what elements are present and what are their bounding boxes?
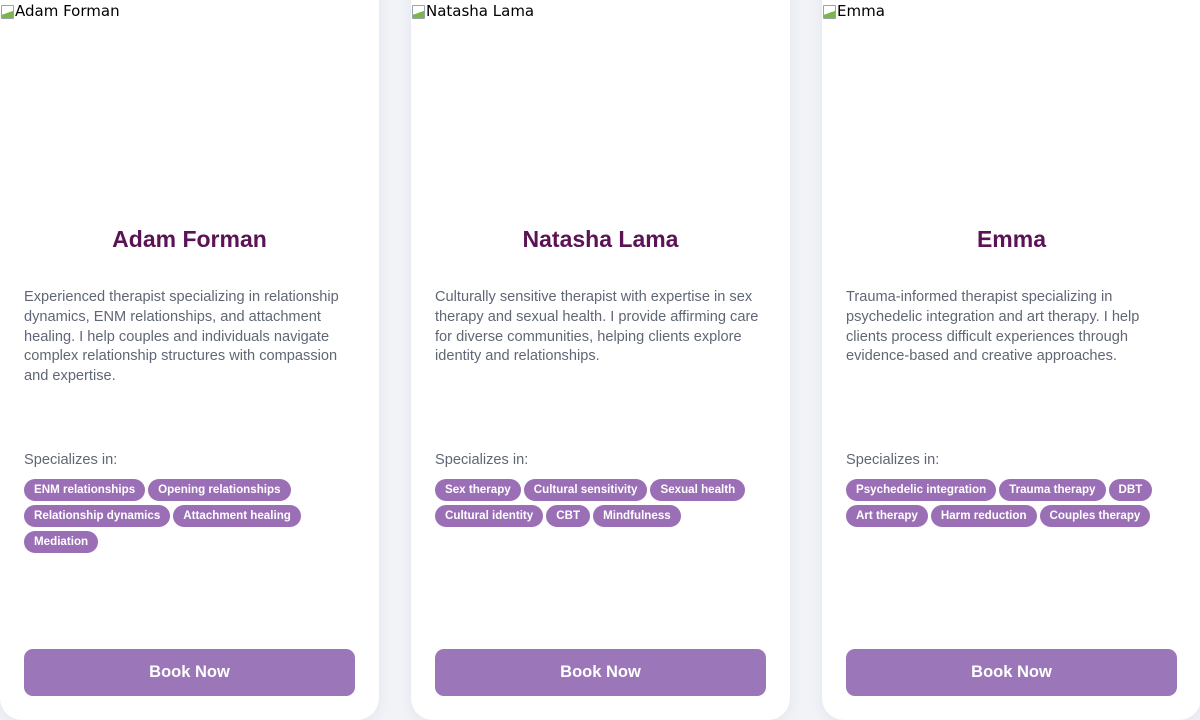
specialty-tag: Sex therapy: [435, 479, 521, 501]
therapist-photo: Emma: [822, 0, 1200, 190]
therapist-photo: Adam Forman: [0, 0, 379, 190]
photo-alt-text: Emma: [822, 2, 885, 20]
specialty-tag: CBT: [546, 505, 591, 527]
book-now-button[interactable]: Book Now: [846, 649, 1177, 696]
specialty-tag: Sexual health: [650, 479, 746, 501]
specialty-tag: Mindfulness: [593, 505, 681, 527]
therapist-name: Emma: [976, 226, 1047, 252]
specialty-tag: Relationship dynamics: [24, 505, 171, 527]
specialty-tags: Sex therapy Cultural sensitivity Sexual …: [435, 479, 765, 527]
photo-alt-label: Adam Forman: [15, 2, 120, 20]
broken-image-icon: [411, 3, 425, 19]
therapist-name: Adam Forman: [112, 226, 267, 252]
specialty-tags: ENM relationships Opening relationships …: [24, 479, 354, 553]
specialty-tag: Mediation: [24, 531, 99, 553]
therapist-name: Natasha Lama: [522, 226, 679, 252]
specialty-tag: ENM relationships: [24, 479, 146, 501]
specializes-label: Specializes in:: [435, 452, 529, 468]
specialty-tag: DBT: [1108, 479, 1153, 501]
book-now-button[interactable]: Book Now: [24, 649, 355, 696]
therapist-bio: Experienced therapist specializing in re…: [24, 289, 339, 385]
specialty-tag: Art therapy: [846, 505, 928, 527]
photo-alt-label: Emma: [837, 2, 885, 20]
therapist-card: Emma Emma Trauma-informed therapist spec…: [822, 0, 1200, 720]
photo-alt-text: Adam Forman: [0, 2, 120, 20]
therapist-card: Natasha Lama Natasha Lama Culturally sen…: [411, 0, 790, 720]
photo-alt-label: Natasha Lama: [426, 2, 535, 20]
specialty-tag: Cultural sensitivity: [523, 479, 648, 501]
therapist-bio: Culturally sensitive therapist with expe…: [435, 289, 759, 365]
specialty-tag: Attachment healing: [173, 505, 301, 527]
specialty-tag: Psychedelic integration: [846, 479, 997, 501]
specialty-tag: Harm reduction: [930, 505, 1037, 527]
specialty-tag: Opening relationships: [148, 479, 291, 501]
specializes-label: Specializes in:: [846, 452, 940, 468]
broken-image-icon: [822, 3, 836, 19]
specialty-tags: Psychedelic integration Trauma therapy D…: [846, 479, 1176, 527]
therapist-card: Adam Forman Adam Forman Experienced ther…: [0, 0, 379, 720]
book-now-button[interactable]: Book Now: [435, 649, 766, 696]
specializes-label: Specializes in:: [24, 452, 118, 468]
specialty-tag: Cultural identity: [435, 505, 544, 527]
specialty-tag: Trauma therapy: [999, 479, 1106, 501]
therapist-bio: Trauma-informed therapist specializing i…: [846, 289, 1140, 365]
therapist-photo: Natasha Lama: [411, 0, 790, 190]
specialty-tag: Couples therapy: [1039, 505, 1151, 527]
broken-image-icon: [0, 3, 14, 19]
photo-alt-text: Natasha Lama: [411, 2, 534, 20]
